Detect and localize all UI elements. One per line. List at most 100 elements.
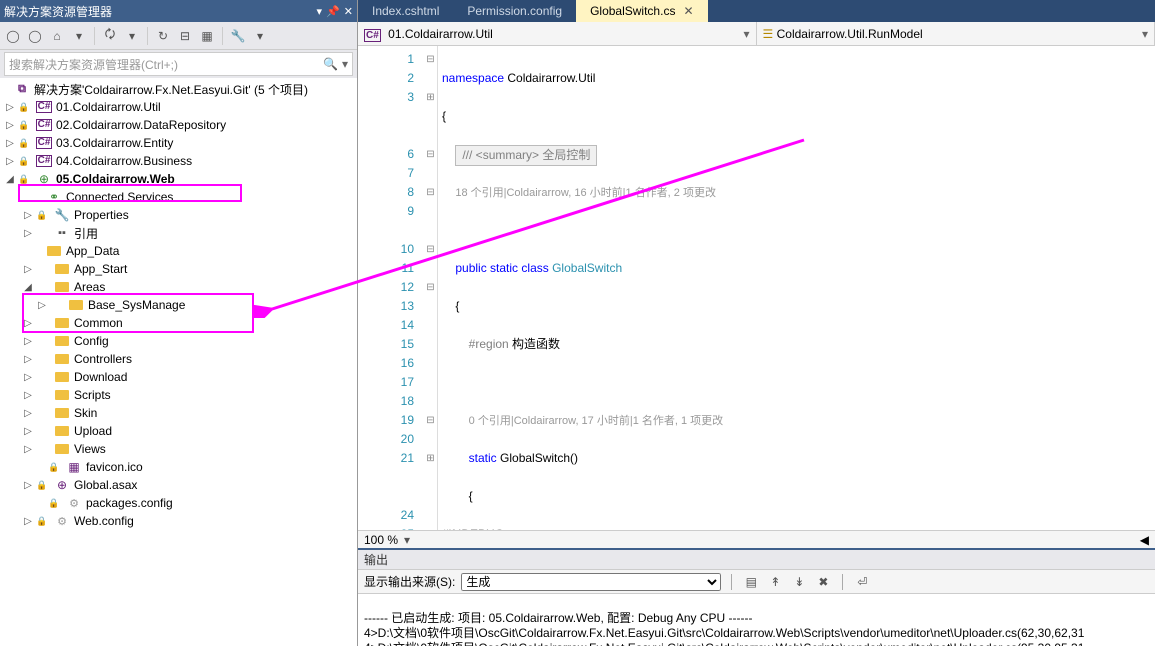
fold-icon[interactable]: ⊟ — [424, 50, 437, 69]
expander-icon[interactable]: ▷ — [22, 318, 34, 329]
expander-icon[interactable]: ◢ — [4, 174, 16, 185]
tree-item[interactable]: ▷Controllers — [0, 350, 357, 368]
close-icon[interactable]: ✕ — [683, 4, 693, 18]
tree-item[interactable]: ▷Upload — [0, 422, 357, 440]
back-icon[interactable]: ◯ — [4, 27, 22, 45]
tree-item[interactable]: 🔒⚙packages.config — [0, 494, 357, 512]
project-node[interactable]: ▷🔒C#03.Coldairarrow.Entity — [0, 134, 357, 152]
output-panel: 输出 显示输出来源(S): 生成 ▤ ↟ ↡ ✖ ⏎ ------ 已启动生成:… — [358, 548, 1155, 646]
project-node[interactable]: ▷🔒C#04.Coldairarrow.Business — [0, 152, 357, 170]
expander-icon[interactable]: ▷ — [4, 102, 16, 113]
tree-item-areas[interactable]: ◢Areas — [0, 278, 357, 296]
clear-icon[interactable]: ✖ — [814, 575, 832, 589]
expander-icon[interactable]: ◢ — [22, 282, 34, 293]
search-icon[interactable]: 🔍 — [323, 57, 338, 71]
showall-icon[interactable]: ▦ — [198, 27, 216, 45]
home-icon[interactable]: ⌂ — [48, 27, 66, 45]
expander-icon[interactable]: ▷ — [4, 156, 16, 167]
nav-combo-bar: C# 01.Coldairarrow.Util▾ ☰ Coldairarrow.… — [358, 22, 1155, 46]
close-icon[interactable]: ✕ — [344, 5, 353, 18]
tree-item-base-sysmanage[interactable]: ▷Base_SysManage — [0, 296, 357, 314]
nav-project-combo[interactable]: C# 01.Coldairarrow.Util▾ — [358, 22, 757, 45]
solution-tree: ⧉ 解决方案'Coldairarrow.Fx.Net.Easyui.Git' (… — [0, 78, 357, 646]
search-input[interactable]: 搜索解决方案资源管理器(Ctrl+;) 🔍 ▾ — [4, 52, 353, 76]
expander-icon[interactable]: ▷ — [22, 372, 34, 383]
chevron-down-icon: ▾ — [1142, 27, 1148, 41]
tree-item[interactable]: ▷Scripts — [0, 386, 357, 404]
fold-icon[interactable]: ⊟ — [424, 411, 437, 430]
nav-member-combo[interactable]: ☰ Coldairarrow.Util.RunModel▾ — [757, 22, 1155, 45]
expander-icon[interactable]: ▷ — [22, 480, 34, 491]
drop-icon[interactable]: ▾ — [342, 57, 348, 71]
sync-icon[interactable]: 🗘 — [101, 27, 119, 45]
tree-item[interactable]: App_Data — [0, 242, 357, 260]
expander-icon[interactable]: ▷ — [22, 354, 34, 365]
expander-icon[interactable]: ▷ — [4, 120, 16, 131]
code-body[interactable]: namespace Coldairarrow.Util { /// <summa… — [438, 46, 1155, 530]
expander-icon[interactable]: ▷ — [22, 210, 34, 221]
tree-item[interactable]: ▷App_Start — [0, 260, 357, 278]
tree-item[interactable]: 🔒▦favicon.ico — [0, 458, 357, 476]
project-node-web[interactable]: ◢🔒⊕05.Coldairarrow.Web — [0, 170, 357, 188]
fold-icon[interactable]: ⊟ — [424, 183, 437, 202]
expander-icon[interactable]: ▷ — [22, 228, 34, 239]
properties-icon[interactable]: 🔧 — [229, 27, 247, 45]
tree-item[interactable]: ▷Config — [0, 332, 357, 350]
fold-icon[interactable]: ⊟ — [424, 145, 437, 164]
fold-icon[interactable]: ⊟ — [424, 240, 437, 259]
pin-icon[interactable]: 📌 — [326, 5, 340, 18]
solution-explorer-panel: 解决方案资源管理器 ▾ 📌 ✕ ◯ ◯ ⌂ ▾ 🗘 ▾ ↻ ⊟ ▦ 🔧 ▾ 搜索… — [0, 0, 358, 646]
fold-icon[interactable]: ⊞ — [424, 449, 437, 468]
tree-item[interactable]: ▷🔒⊕Global.asax — [0, 476, 357, 494]
tree-item[interactable]: ▷▪▪引用 — [0, 224, 357, 242]
zoom-bar: 100 % ▾ ◀ — [358, 530, 1155, 548]
output-source-label: 显示输出来源(S): — [364, 573, 455, 590]
scroll-left-icon[interactable]: ◀ — [1140, 533, 1149, 547]
output-toolbar: 显示输出来源(S): 生成 ▤ ↟ ↡ ✖ ⏎ — [358, 570, 1155, 594]
tab-globalswitch[interactable]: GlobalSwitch.cs✕ — [576, 0, 707, 22]
solution-node[interactable]: ⧉ 解决方案'Coldairarrow.Fx.Net.Easyui.Git' (… — [0, 80, 357, 98]
expander-icon[interactable]: ▷ — [22, 516, 34, 527]
code-editor[interactable]: 123 6789 1011121314 1516171819 202124 25… — [358, 46, 1155, 530]
tree-item[interactable]: ▷Download — [0, 368, 357, 386]
expander-icon[interactable]: ▷ — [22, 264, 34, 275]
output-body[interactable]: ------ 已启动生成: 项目: 05.Coldairarrow.Web, 配… — [358, 594, 1155, 646]
solution-toolbar: ◯ ◯ ⌂ ▾ 🗘 ▾ ↻ ⊟ ▦ 🔧 ▾ — [0, 22, 357, 50]
tab-permission[interactable]: Permission.config — [453, 0, 576, 22]
tree-item[interactable]: ⚭Connected Services — [0, 188, 357, 206]
wrap-icon[interactable]: ⏎ — [853, 575, 871, 589]
fold-icon[interactable]: ⊞ — [424, 88, 437, 107]
expander-icon[interactable]: ▷ — [22, 408, 34, 419]
output-header: 输出 — [358, 550, 1155, 570]
drop-icon[interactable]: ▾ — [70, 27, 88, 45]
forward-icon[interactable]: ◯ — [26, 27, 44, 45]
tree-item[interactable]: ▷Skin — [0, 404, 357, 422]
refresh-icon[interactable]: ↻ — [154, 27, 172, 45]
zoom-value[interactable]: 100 % — [364, 533, 398, 547]
expander-icon[interactable]: ▷ — [22, 444, 34, 455]
tab-index[interactable]: Index.cshtml — [358, 0, 453, 22]
next-icon[interactable]: ↡ — [790, 575, 808, 589]
tree-item[interactable]: ▷🔒🔧Properties — [0, 206, 357, 224]
prev-icon[interactable]: ↟ — [766, 575, 784, 589]
chevron-down-icon[interactable]: ▾ — [404, 533, 410, 547]
output-source-select[interactable]: 生成 — [461, 573, 721, 591]
drop3-icon[interactable]: ▾ — [251, 27, 269, 45]
tree-item[interactable]: ▷🔒⚙Web.config — [0, 512, 357, 530]
dropdown-icon[interactable]: ▾ — [317, 5, 323, 18]
drop2-icon[interactable]: ▾ — [123, 27, 141, 45]
collapse-icon[interactable]: ⊟ — [176, 27, 194, 45]
tree-item[interactable]: ▷Common — [0, 314, 357, 332]
expander-icon[interactable]: ▷ — [22, 426, 34, 437]
project-node[interactable]: ▷🔒C#01.Coldairarrow.Util — [0, 98, 357, 116]
panel-title: 解决方案资源管理器 — [4, 3, 112, 20]
goto-icon[interactable]: ▤ — [742, 575, 760, 589]
tree-item[interactable]: ▷Views — [0, 440, 357, 458]
expander-icon[interactable]: ▷ — [4, 138, 16, 149]
expander-icon[interactable]: ▷ — [22, 390, 34, 401]
expander-icon[interactable]: ▷ — [22, 336, 34, 347]
fold-icon[interactable]: ⊟ — [424, 278, 437, 297]
project-node[interactable]: ▷🔒C#02.Coldairarrow.DataRepository — [0, 116, 357, 134]
panel-header: 解决方案资源管理器 ▾ 📌 ✕ — [0, 0, 357, 22]
expander-icon[interactable]: ▷ — [36, 300, 48, 311]
